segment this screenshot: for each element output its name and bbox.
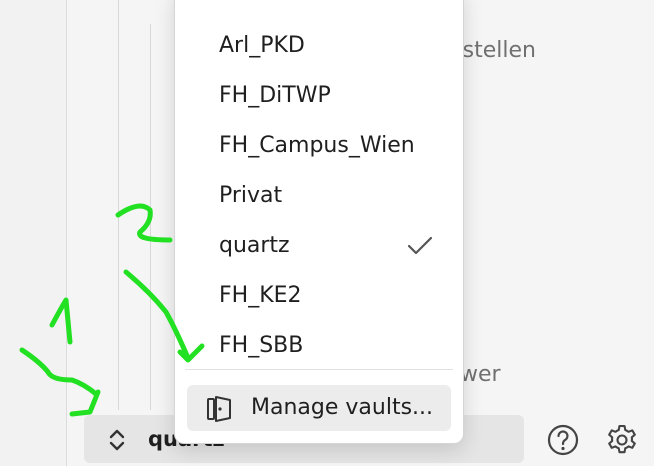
- manage-vaults-label: Manage vaults...: [251, 395, 434, 420]
- vault-item-fh-ditwp[interactable]: FH_DiTWP: [175, 72, 463, 122]
- vault-door-icon: [205, 394, 235, 428]
- vault-item-privat[interactable]: Privat: [175, 172, 463, 222]
- vault-item-label: Privat: [219, 183, 283, 208]
- menu-separator: [185, 369, 453, 370]
- vault-menu: Arl_PKD FH_DiTWP FH_Campus_Wien Privat q…: [174, 0, 464, 444]
- checkmark-icon: [407, 235, 433, 261]
- vault-item-arl-pkd[interactable]: Arl_PKD: [175, 22, 463, 72]
- file-tree-item-partial[interactable]: tstellen: [454, 38, 536, 63]
- vault-item-fh-sbb[interactable]: FH_SBB: [175, 322, 463, 372]
- vault-item-fh-campus-wien[interactable]: FH_Campus_Wien: [175, 122, 463, 172]
- annotation-number-2: [115, 203, 173, 243]
- vault-item-label: FH_Campus_Wien: [219, 133, 415, 158]
- left-ribbon: [0, 0, 67, 466]
- vault-item-label: FH_KE2: [219, 283, 302, 308]
- vault-item-label: quartz: [219, 233, 290, 258]
- vault-item-fh-ke2[interactable]: FH_KE2: [175, 272, 463, 322]
- tree-guide-line: [150, 24, 151, 410]
- file-tree-item-partial[interactable]: wer: [460, 362, 501, 387]
- vault-item-label: Arl_PKD: [219, 33, 305, 58]
- vault-item-label: FH_DiTWP: [219, 83, 331, 108]
- manage-vaults-button[interactable]: Manage vaults...: [187, 385, 451, 431]
- gear-icon[interactable]: [605, 423, 639, 457]
- vault-item-quartz[interactable]: quartz: [175, 222, 463, 272]
- help-circle-icon[interactable]: [546, 423, 580, 457]
- vault-item-label: FH_SBB: [219, 333, 304, 358]
- annotation-arrowhead-1: [69, 389, 101, 417]
- chevrons-up-down-icon: [106, 427, 128, 457]
- tree-guide-line: [118, 0, 119, 410]
